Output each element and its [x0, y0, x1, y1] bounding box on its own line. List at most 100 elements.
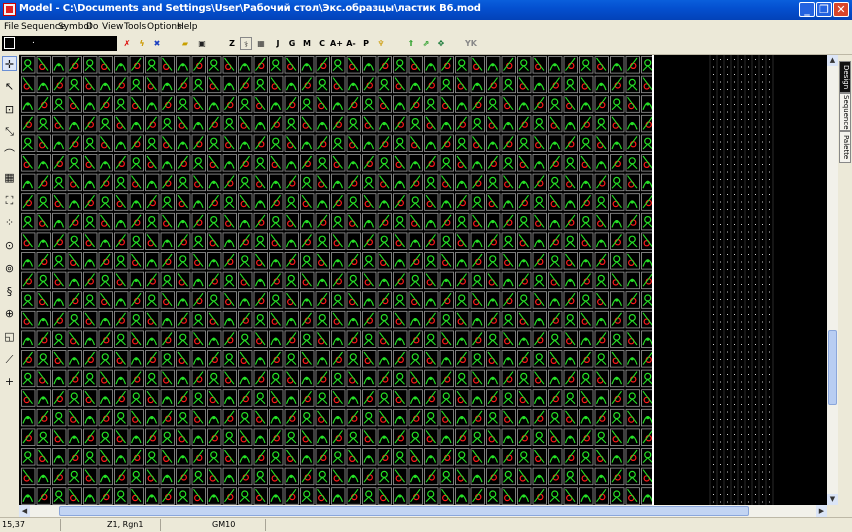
- minimize-button[interactable]: _: [799, 2, 815, 17]
- vertical-scroll-thumb[interactable]: [828, 330, 837, 405]
- symbol-icon[interactable]: §: [2, 284, 17, 299]
- loop-stitch: [582, 216, 590, 224]
- tab-design[interactable]: Design: [839, 61, 851, 93]
- preview-dot: [748, 66, 749, 68]
- preview-dot: [741, 329, 742, 330]
- stitch-stroke: [208, 457, 219, 463]
- tool-j-button[interactable]: J: [272, 37, 284, 50]
- scroll-down-icon[interactable]: ▼: [827, 494, 838, 505]
- loop-stitch: [132, 235, 140, 243]
- save-disk-icon[interactable]: ▣: [196, 37, 208, 50]
- horizontal-scroll-thumb[interactable]: [59, 506, 749, 516]
- plus-icon[interactable]: +: [2, 374, 17, 389]
- menu-help[interactable]: Help: [177, 22, 198, 32]
- preview-dot: [755, 299, 756, 300]
- scroll-left-icon[interactable]: ◀: [19, 505, 30, 517]
- tool-yk-button[interactable]: YK: [462, 37, 480, 50]
- zone-icon[interactable]: ⊙: [2, 238, 17, 253]
- arrow-up-right-icon[interactable]: ⇗: [420, 37, 432, 50]
- node-select-icon[interactable]: ⊡: [2, 102, 17, 117]
- stitch-grid[interactable]: [19, 55, 652, 505]
- curve-icon[interactable]: ⌒: [2, 147, 17, 162]
- loop-stitch: [551, 412, 559, 420]
- stitch-dot: [382, 357, 386, 361]
- stitch-dot: [181, 141, 185, 145]
- lightning-icon[interactable]: ϟ: [136, 37, 148, 50]
- open-folder-icon[interactable]: ▰: [179, 37, 191, 50]
- region-icon[interactable]: ⊚: [2, 261, 17, 276]
- preview-dot: [727, 201, 728, 203]
- stitch-stroke: [503, 163, 514, 169]
- loop-stitch: [442, 392, 450, 400]
- tool-m-button[interactable]: M: [301, 37, 313, 50]
- loop-stitch: [334, 294, 342, 302]
- stitch-stroke: [177, 339, 188, 346]
- stitch-dot: [398, 337, 402, 341]
- loop-stitch: [520, 451, 528, 459]
- menu-view[interactable]: View: [102, 22, 123, 32]
- pattern-canvas[interactable]: [19, 55, 652, 505]
- menu-file[interactable]: File: [4, 22, 19, 32]
- preview-dot: [769, 419, 770, 420]
- crosshair-select-icon[interactable]: ✛: [2, 56, 17, 71]
- cross-icon[interactable]: ✖: [151, 37, 163, 50]
- toolbar-value: .: [32, 36, 35, 46]
- lock-icon[interactable]: ⊕: [2, 306, 17, 321]
- stitch-dot: [336, 180, 340, 184]
- tab-palette[interactable]: Palette: [839, 131, 851, 163]
- tool-c-button[interactable]: C: [316, 37, 328, 50]
- scroll-up-icon[interactable]: ▲: [827, 55, 838, 66]
- zoom-z-button[interactable]: Z: [226, 37, 238, 50]
- preview-dot: [762, 246, 763, 248]
- preview-pane[interactable]: [652, 55, 827, 505]
- scatter-icon[interactable]: ⁘: [2, 215, 17, 230]
- preview-dot: [748, 456, 749, 458]
- menu-tools[interactable]: Tools: [124, 22, 146, 32]
- preview-dot: [734, 396, 735, 398]
- close-button[interactable]: ✕: [833, 2, 849, 17]
- preview-dot: [720, 179, 721, 180]
- stitch-dot: [119, 141, 123, 145]
- preview-dot: [734, 239, 735, 240]
- preview-dot: [755, 194, 756, 195]
- color-selector[interactable]: .: [2, 36, 117, 51]
- line-icon[interactable]: ⟋: [2, 352, 17, 367]
- pointer-arrow-icon[interactable]: ↖: [2, 79, 17, 94]
- app-icon[interactable]: [3, 3, 16, 16]
- arrow-up-icon[interactable]: ⇑: [405, 37, 417, 50]
- stitch-dot: [41, 318, 45, 322]
- stitch-stroke: [348, 280, 359, 287]
- tool-a-minus-button[interactable]: A-: [345, 37, 357, 50]
- preview-dot: [762, 321, 763, 323]
- stitch-tool-icon[interactable]: ⚕: [240, 37, 252, 50]
- stitch-dot: [72, 435, 76, 439]
- scroll-right-icon[interactable]: ▶: [816, 505, 827, 517]
- tab-sequence[interactable]: Sequence: [839, 93, 851, 131]
- move-icon[interactable]: ✥: [435, 37, 447, 50]
- fill-icon[interactable]: ⛶: [2, 193, 17, 208]
- grid-icon[interactable]: ▦: [2, 170, 17, 185]
- preview-dot: [713, 216, 714, 218]
- horizontal-scrollbar[interactable]: ◀ ▶: [19, 505, 827, 517]
- stitch-dot: [181, 455, 185, 459]
- preview-dot: [734, 81, 735, 83]
- pin-icon[interactable]: ♆: [375, 37, 387, 50]
- tool-p-button[interactable]: P: [360, 37, 372, 50]
- vertical-scrollbar[interactable]: ▲ ▼: [827, 55, 838, 505]
- preview-dot: [748, 486, 749, 488]
- cut-icon[interactable]: ✗: [121, 37, 133, 50]
- preview-dot: [748, 224, 749, 225]
- stitch-dot: [522, 259, 526, 263]
- preview-dot: [741, 156, 742, 158]
- menu-do[interactable]: Do: [86, 22, 98, 32]
- loop-stitch: [194, 157, 202, 165]
- polygon-icon[interactable]: ◱: [2, 329, 17, 344]
- tool-g-button[interactable]: G: [286, 37, 298, 50]
- grid-pattern-icon[interactable]: ▦: [255, 37, 267, 50]
- loop-stitch: [582, 294, 590, 302]
- preview-dot: [720, 134, 721, 135]
- connect-icon[interactable]: ⤡: [2, 124, 17, 139]
- stitch-stroke: [410, 123, 421, 130]
- maximize-button[interactable]: ❐: [816, 2, 832, 17]
- tool-a-plus-button[interactable]: A+: [330, 37, 343, 50]
